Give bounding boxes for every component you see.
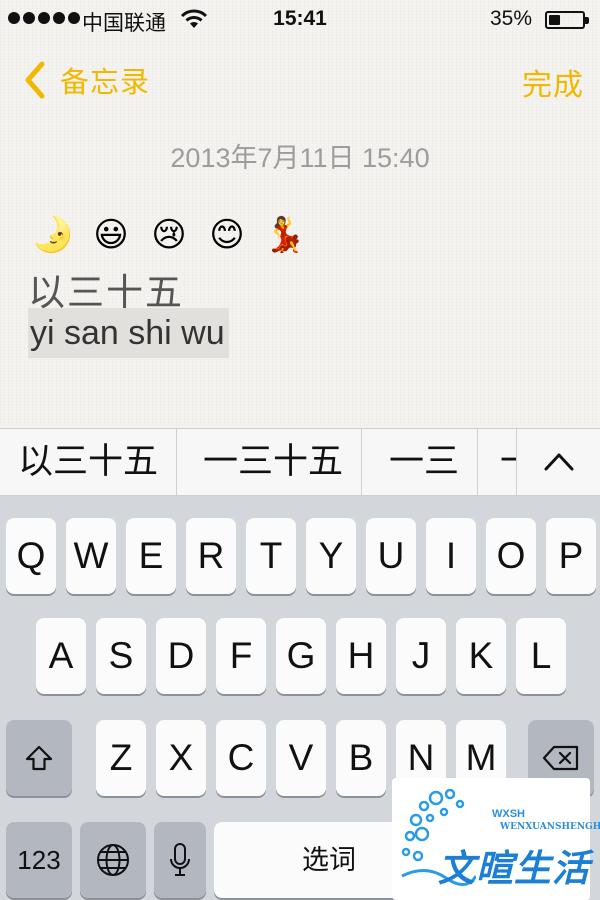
watermark-logo: WXSH WENXUANSHENGHUO 文暄生活 [392,778,600,900]
watermark-pinyin: WENXUANSHENGHUO [500,822,600,832]
key-c[interactable]: C [216,720,266,796]
composing-text[interactable]: yi san shi wu [28,308,229,358]
candidate-bar: 以三十五 一三十五 一三 一 [0,428,600,496]
back-button-label: 备忘录 [60,67,151,99]
key-a[interactable]: A [36,618,86,694]
battery-icon [545,11,589,29]
emoji-row: 🌛 😃 😢 😊 💃 [30,212,308,258]
key-j[interactable]: J [396,618,446,694]
key-b[interactable]: B [336,720,386,796]
delete-icon [542,745,579,771]
watermark-title: 文暄生活 [438,847,590,890]
shift-icon [25,745,53,771]
key-t[interactable]: T [246,518,296,594]
key-l[interactable]: L [516,618,566,694]
chevron-left-icon [25,61,45,99]
watermark-initials: WXSH [492,808,525,820]
candidate-1[interactable]: 以三十五 [0,429,178,495]
globe-key[interactable] [80,822,146,898]
key-s[interactable]: S [96,618,146,694]
microphone-icon [170,843,190,876]
key-f[interactable]: F [216,618,266,694]
key-o[interactable]: O [486,518,536,594]
key-d[interactable]: D [156,618,206,694]
globe-icon [97,844,129,876]
key-r[interactable]: R [186,518,236,594]
dancer-emoji: 💃 [263,216,307,254]
note-date: 2013年7月11日 15:40 [170,143,430,173]
crying-emoji: 😢 [151,216,187,254]
key-h[interactable]: H [336,618,386,694]
key-u[interactable]: U [366,518,416,594]
key-p[interactable]: P [546,518,596,594]
battery-percentage: 35% [490,7,533,30]
expand-candidates-button[interactable] [516,429,600,495]
back-button[interactable]: 备忘录 [18,58,150,102]
smiley-emoji: 😃 [93,216,129,254]
shift-key[interactable] [6,720,72,796]
moon-emoji: 🌛 [31,216,75,254]
key-v[interactable]: V [276,720,326,796]
key-q[interactable]: Q [6,518,56,594]
key-k[interactable]: K [456,618,506,694]
key-w[interactable]: W [66,518,116,594]
done-button[interactable]: 完成 [522,60,584,104]
key-x[interactable]: X [156,720,206,796]
blush-emoji: 😊 [209,216,245,254]
key-e[interactable]: E [126,518,176,594]
dictation-key[interactable] [154,822,206,898]
battery-level [549,15,560,25]
status-bar: 中国联通 15:41 35% [0,0,600,40]
chevron-up-icon [544,453,574,471]
numbers-key[interactable]: 123 [6,822,72,898]
candidate-2[interactable]: 一三十五 [185,429,363,495]
key-g[interactable]: G [276,618,326,694]
key-i[interactable]: I [426,518,476,594]
key-y[interactable]: Y [306,518,356,594]
key-z[interactable]: Z [96,720,146,796]
candidate-3[interactable]: 一三 [371,429,479,495]
